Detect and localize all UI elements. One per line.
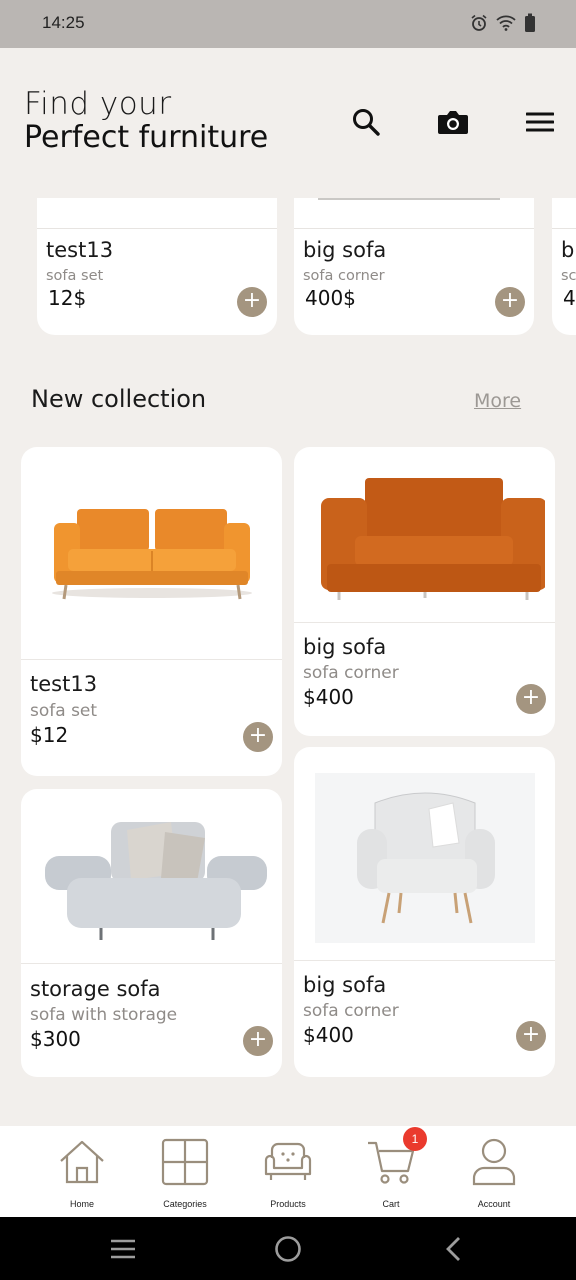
add-to-cart-button[interactable]: + [237,287,267,317]
product-category: sc [561,268,576,284]
back-button[interactable] [439,1234,469,1264]
nav-item-cart[interactable]: 1 Cart [339,1126,443,1217]
product-category: sofa set [46,268,104,284]
add-to-cart-button[interactable]: + [243,1026,273,1056]
nav-item-categories[interactable]: Categories [133,1126,237,1217]
add-to-cart-button[interactable]: + [516,684,546,714]
more-link[interactable]: More [474,390,521,412]
product-card[interactable]: big sofa sofa corner $400 + [294,747,555,1077]
back-chevron-icon [446,1237,460,1261]
nav-label: Cart [382,1199,400,1209]
card-divider [294,960,555,961]
product-card[interactable]: test13 sofa set 12$ + [37,198,277,335]
grey-sofa-image [44,822,267,940]
home-system-button[interactable] [273,1234,303,1264]
card-divider [21,963,282,964]
page-title-line1: Find your [24,86,172,122]
nav-item-home[interactable]: Home [30,1126,134,1217]
menu-button[interactable] [522,104,558,140]
search-button[interactable] [348,104,384,140]
add-to-cart-button[interactable]: + [516,1021,546,1051]
status-icons [470,13,536,33]
page-title-line2: Perfect furniture [24,120,269,155]
circle-home-icon [275,1236,301,1262]
product-card[interactable]: b sc 4 [552,198,576,335]
camera-icon [438,111,468,134]
card-divider [552,228,576,229]
add-to-cart-button[interactable]: + [495,287,525,317]
nav-item-products[interactable]: Products [236,1126,340,1217]
product-card[interactable]: big sofa sofa corner $400 + [294,447,555,736]
battery-icon [525,13,535,32]
app-header: Find your Perfect furniture [0,48,576,198]
system-navigation-bar [0,1217,576,1280]
wifi-icon [496,15,516,31]
nav-label: Products [270,1199,306,1209]
user-icon [468,1136,520,1188]
product-category: sofa corner [303,268,385,284]
product-card[interactable]: storage sofa sofa with storage $300 + [21,789,282,1077]
nav-label: Home [69,1199,94,1209]
orange-sofa-image [51,509,252,600]
product-name: test13 [30,672,98,696]
card-divider [294,622,555,623]
nav-label: Account [477,1199,511,1209]
bottom-navigation: Home Categories Products 1 Cart Account [0,1126,576,1217]
product-name: test13 [46,238,114,262]
product-price: 400$ [305,286,356,310]
card-divider [21,659,282,660]
product-name: b [561,238,575,262]
add-to-cart-button[interactable]: + [243,722,273,752]
product-image [21,789,282,963]
product-image [294,747,555,959]
grid-icon [159,1136,211,1188]
hamburger-menu-icon [526,112,554,132]
camera-button[interactable] [435,104,471,140]
product-price: $400 [303,1023,354,1047]
product-name: storage sofa [30,977,161,1001]
product-card[interactable]: big sofa sofa corner 400$ + [294,198,534,335]
product-category: sofa corner [303,1001,399,1021]
rust-sofa-image [320,478,545,600]
sofa-icon [262,1136,314,1188]
product-name: big sofa [303,635,387,659]
product-card[interactable]: test13 sofa set $12 + [21,447,282,776]
product-category: sofa with storage [30,1005,178,1025]
product-image [21,447,282,659]
card-divider [37,228,277,229]
product-price: $400 [303,685,354,709]
product-category: sofa corner [303,663,399,683]
product-price: $12 [30,723,69,747]
product-image-fragment [318,198,500,200]
home-icon [56,1136,108,1188]
white-armchair-image [314,773,535,943]
section-title: New collection [31,385,207,413]
status-time: 14:25 [42,13,85,32]
search-icon [353,109,380,136]
product-image [294,447,555,621]
card-divider [294,228,534,229]
recent-apps-icon [111,1239,135,1259]
alarm-icon [471,14,487,31]
product-name: big sofa [303,238,387,262]
status-bar: 14:25 [0,0,576,48]
nav-item-account[interactable]: Account [442,1126,546,1217]
product-category: sofa set [30,701,98,721]
nav-label: Categories [163,1199,207,1209]
product-price: 4 [563,286,576,310]
recent-apps-button[interactable] [108,1234,138,1264]
featured-products-row[interactable]: test13 sofa set 12$ + big sofa sofa corn… [0,198,576,338]
product-name: big sofa [303,973,387,997]
product-price: $300 [30,1027,81,1051]
product-price: 12$ [48,286,87,310]
cart-badge: 1 [403,1127,427,1151]
